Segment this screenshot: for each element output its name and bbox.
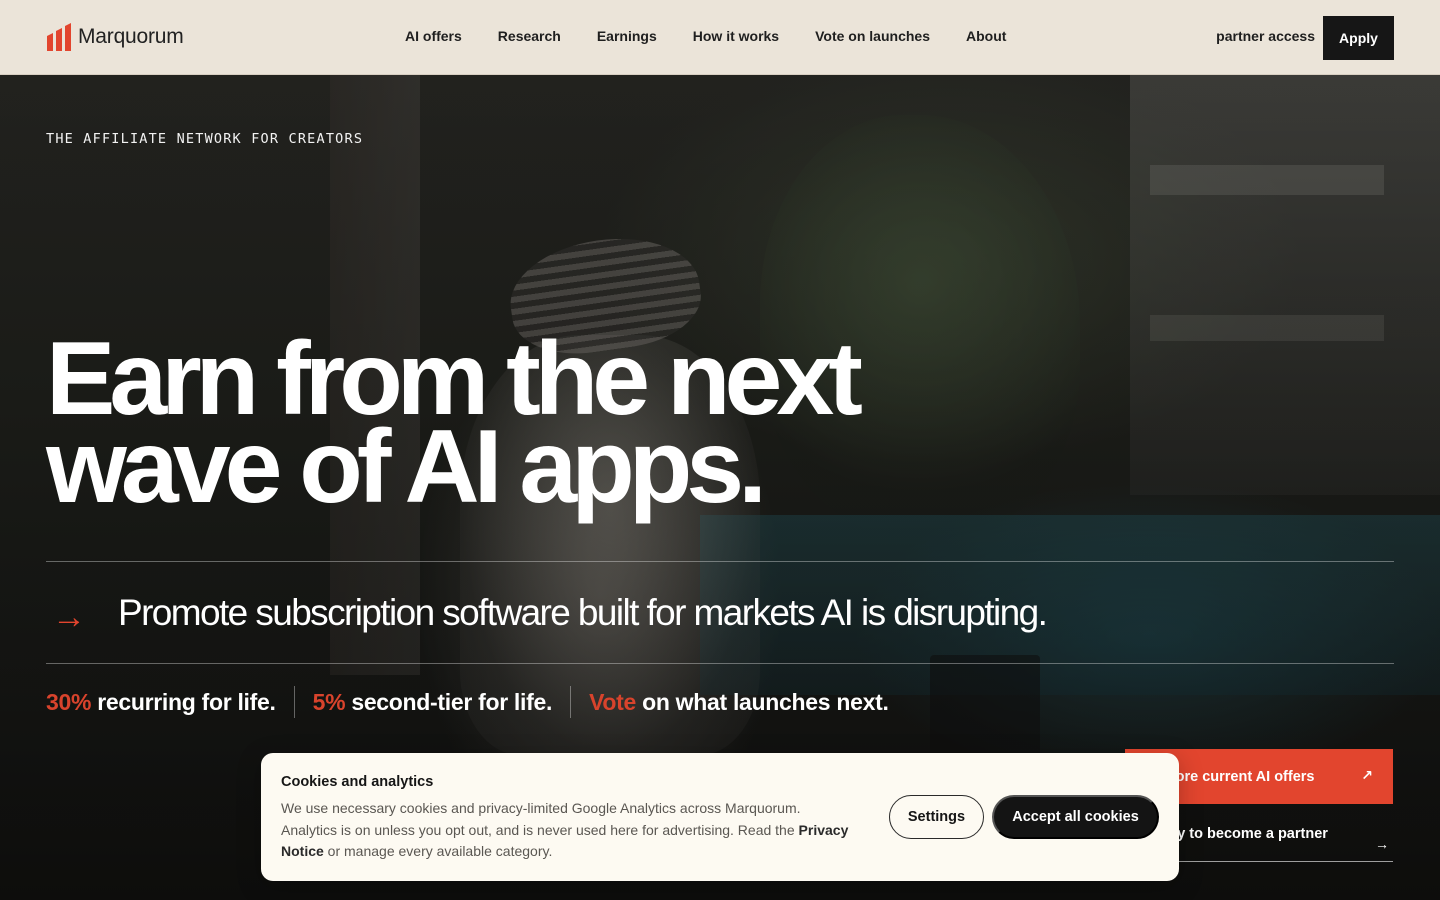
nav-item-about[interactable]: About <box>966 28 1006 44</box>
stat-separator <box>293 686 295 718</box>
stat-vote: Vote on what launches next. <box>589 688 889 715</box>
cookie-settings-button[interactable]: Settings <box>889 795 984 839</box>
brand-name: Marquorum <box>78 25 184 48</box>
cookie-banner: Cookies and analytics We use necessary c… <box>261 753 1179 881</box>
arrow-up-right-icon: ↗ <box>1361 767 1373 783</box>
stat-separator <box>570 686 572 718</box>
arrow-right-icon: → <box>1375 836 1389 852</box>
hero-tagline: Promote subscription software built for … <box>118 592 1048 633</box>
partner-access-link[interactable]: partner access <box>1216 28 1315 44</box>
cookie-title: Cookies and analytics <box>281 774 434 790</box>
headline-line-2: wave of AI apps. <box>46 409 767 525</box>
hero-eyebrow: THE AFFILIATE NETWORK FOR CREATORS <box>46 131 364 147</box>
bars-logo-icon <box>47 23 71 51</box>
accept-all-cookies-button[interactable]: Accept all cookies <box>992 795 1159 839</box>
main-nav: AI offers Research Earnings How it works… <box>405 28 1042 44</box>
divider <box>46 663 1394 664</box>
divider <box>46 561 1394 562</box>
site-header: Marquorum AI offers Research Earnings Ho… <box>0 0 1440 75</box>
cookie-description: We use necessary cookies and privacy-lim… <box>281 800 849 859</box>
nav-item-ai-offers[interactable]: AI offers <box>405 28 462 44</box>
stat-second-tier: 5% second-tier for life. <box>312 688 553 715</box>
nav-item-vote-on-launches[interactable]: Vote on launches <box>815 28 930 44</box>
apply-button[interactable]: Apply <box>1323 16 1394 60</box>
stat-recurring: 30% recurring for life. <box>46 688 276 715</box>
logo[interactable]: Marquorum <box>46 22 184 52</box>
arrow-right-icon: → <box>52 598 86 636</box>
hero-headline: Earn from the next wave of AI apps. <box>46 327 863 525</box>
nav-item-earnings[interactable]: Earnings <box>597 28 657 44</box>
stats-row: 30% recurring for life. 5% second-tier f… <box>46 686 889 718</box>
nav-item-how-it-works[interactable]: How it works <box>693 28 779 44</box>
nav-item-research[interactable]: Research <box>498 28 561 44</box>
